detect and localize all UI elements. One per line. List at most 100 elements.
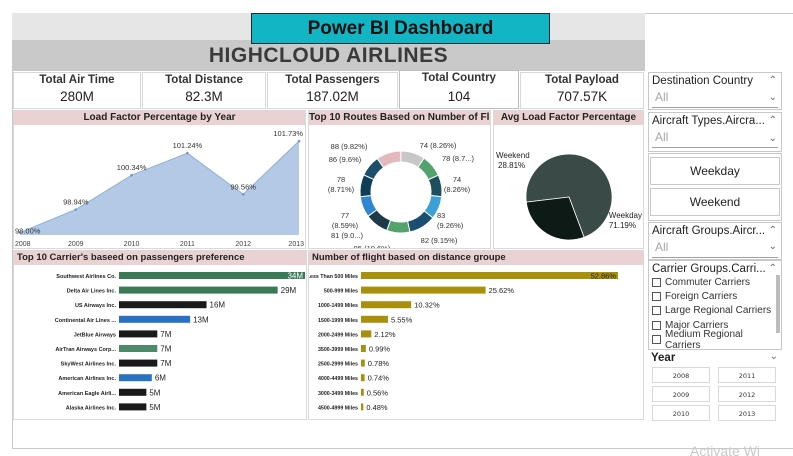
kpi-value: 280M: [60, 89, 94, 104]
checkbox[interactable]: [652, 277, 661, 287]
carrier-option[interactable]: Foreign Carriers: [649, 289, 781, 303]
checkbox[interactable]: [652, 292, 661, 302]
data-label: 101.24%: [173, 141, 203, 150]
scrollbar[interactable]: [776, 275, 780, 333]
load-factor-title: Load Factor Percentage by Year: [14, 111, 305, 125]
bar: [119, 345, 158, 352]
kpi-card-payload: Total Payload 707.57K: [520, 72, 644, 109]
avg-load-panel: Avg Load Factor Percentage Weekend 28.81%…: [493, 110, 644, 249]
bar: [361, 315, 388, 323]
year-tile[interactable]: 2009: [652, 386, 710, 402]
chevron-up-icon[interactable]: ⌃: [769, 263, 777, 274]
chevron-up-icon[interactable]: ⌃: [769, 225, 777, 236]
year-tile[interactable]: 2010: [652, 405, 710, 421]
bar: [119, 374, 152, 382]
top-routes-panel: Top 10 Routes Based on Number of Flights…: [308, 110, 491, 253]
carrier-groups-slicer[interactable]: Carrier Groups.Carri... ⌃ Commuter Carri…: [648, 260, 782, 351]
top-carriers-title: Top 10 Carrier's baseed on passengers pr…: [14, 251, 306, 265]
activation-watermark: Activate Wi: [690, 443, 761, 456]
slice-label: (8.59%): [332, 221, 359, 230]
aircraft-groups-label: Aircraft Groups.Aircr...: [652, 225, 766, 237]
carrier-groups-label: Carrier Groups.Carri...: [652, 263, 766, 275]
category-label: American Airlines Inc.: [58, 376, 116, 382]
bar-value-label: 6M: [155, 374, 166, 383]
bar: [361, 301, 412, 309]
checkbox[interactable]: [652, 320, 661, 330]
chevron-down-icon[interactable]: ⌄: [769, 92, 777, 103]
pie-value-label: 28.81%: [498, 161, 525, 170]
avg-load-chart: Weekend28.81% Weekday71.19%: [496, 151, 642, 241]
category-label: US Airways Inc.: [75, 303, 117, 309]
chevron-down-icon[interactable]: ⌄: [769, 241, 777, 252]
aircraft-types-value[interactable]: All: [652, 127, 778, 148]
chevron-down-icon[interactable]: ⌄: [770, 351, 778, 362]
bar-value-label: 7M: [160, 345, 171, 354]
category-label: 500-999 Miles: [324, 289, 358, 295]
bar-value-label: 0.78%: [368, 359, 390, 368]
bar: [119, 272, 305, 279]
destination-country-slicer[interactable]: Destination Country ⌃ All ⌄: [648, 72, 782, 110]
weekday-tile[interactable]: Weekday: [650, 157, 780, 185]
destination-country-label: Destination Country: [652, 75, 753, 87]
distance-group-chart: Less Than 500 Miles 52.86% 500-999 Miles 25…: [307, 272, 618, 412]
weekend-tile[interactable]: Weekend: [650, 188, 780, 216]
carrier-option-label: Foreign Carriers: [665, 291, 738, 303]
kpi-value: 707.57K: [556, 89, 608, 104]
aircraft-types-slicer[interactable]: Aircraft Types.Aircra... ⌃ All ⌄: [648, 112, 782, 152]
kpi-card-distance: Total Distance 82.3M: [142, 72, 266, 109]
chevron-up-icon[interactable]: ⌃: [769, 75, 777, 86]
category-label: Alaska Airlines Inc.: [66, 405, 117, 411]
bar-value-label: 0.56%: [367, 388, 389, 397]
data-label: 99.56%: [230, 182, 256, 191]
category-label: SkyWest Airlines Inc.: [61, 362, 117, 368]
year-slicer-label: Year: [651, 352, 676, 364]
pie-category-label: Weekday: [609, 211, 642, 220]
category-label: American Eagle Airli...: [58, 391, 116, 397]
bar: [361, 330, 372, 338]
bar-value-label: 7M: [160, 330, 171, 339]
distance-group-title: Number of flight based on distance group…: [309, 251, 643, 265]
bar-value-label: 0.48%: [366, 403, 388, 412]
checkbox[interactable]: [652, 335, 661, 345]
avg-load-title: Avg Load Factor Percentage: [494, 111, 643, 125]
year-slicer: Year ⌄ 2008 2011 2009 2012 2010 2013: [648, 350, 782, 421]
carrier-option[interactable]: Large Regional Carriers: [649, 304, 781, 318]
bar-value-label: 34M: [287, 272, 303, 281]
checkbox[interactable]: [652, 306, 661, 316]
chevron-down-icon[interactable]: ⌄: [769, 133, 777, 144]
year-tile[interactable]: 2008: [652, 367, 710, 383]
category-label: Southwest Airlines Co.: [56, 274, 116, 280]
kpi-label: Total Passengers: [285, 74, 380, 86]
area-point: [130, 173, 133, 177]
top-carriers-panel: Top 10 Carrier's baseed on passengers pr…: [13, 250, 307, 420]
carrier-option[interactable]: Medium Regional Carriers: [649, 329, 781, 351]
data-label: 98.00%: [15, 227, 41, 236]
bar: [119, 301, 207, 309]
bar-value-label: 10.32%: [414, 301, 440, 310]
bar-value-label: 29M: [281, 286, 297, 295]
load-factor-panel: Load Factor Percentage by Year 98.00% 200…: [13, 110, 306, 249]
kpi-card-passengers: Total Passengers 187.02M: [267, 72, 398, 109]
year-tile[interactable]: 2011: [718, 367, 776, 383]
year-tile[interactable]: 2013: [718, 405, 776, 421]
year-tile[interactable]: 2012: [718, 386, 776, 402]
data-label: 100.34%: [117, 163, 147, 172]
data-label: 98.94%: [63, 198, 89, 207]
bar-value-label: 2.12%: [374, 330, 396, 339]
slice-label: 81 (9.0...): [331, 231, 364, 240]
donut-slice: [427, 174, 443, 198]
x-tick-label: 2011: [180, 241, 195, 248]
bar: [361, 345, 366, 352]
x-tick-label: 2008: [15, 241, 31, 248]
destination-country-value[interactable]: All: [652, 87, 778, 108]
bar: [119, 330, 158, 338]
area-point: [74, 208, 78, 211]
category-label: 2500-2999 Miles: [318, 362, 358, 368]
slice-label: 74: [453, 175, 461, 184]
aircraft-groups-value[interactable]: All: [652, 237, 778, 258]
pie-value-label: 71.19%: [609, 221, 636, 230]
chevron-up-icon[interactable]: ⌃: [769, 115, 777, 126]
aircraft-groups-slicer[interactable]: Aircraft Groups.Aircr... ⌃ All ⌄: [648, 222, 782, 260]
carrier-option[interactable]: Commuter Carriers: [649, 275, 781, 289]
kpi-label: Total Country: [422, 72, 496, 84]
